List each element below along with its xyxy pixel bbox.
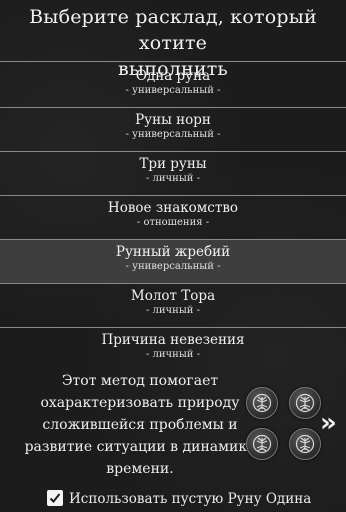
spread-category: - личный - [145, 349, 201, 360]
spread-category: - личный - [145, 305, 201, 316]
spread-category: - универсальный - [125, 261, 221, 272]
description-line: развитие ситуации в динамике [24, 439, 256, 455]
empty-rune-label: Использовать пустую Руну Одина [69, 491, 312, 507]
page-title-line1: Выберите расклад, который хотите [29, 6, 317, 54]
yggdrasil-rune-icon [289, 428, 321, 460]
spread-category: - личный - [145, 173, 201, 184]
spread-name: Руны норн [135, 112, 211, 128]
description-line: Этот метод помогает [61, 373, 219, 389]
spread-item-tri-runy[interactable]: Три руны - личный - [0, 152, 346, 195]
spread-category: - универсальный - [125, 129, 221, 140]
yggdrasil-rune-icon [289, 387, 321, 419]
spread-item-molot-tora[interactable]: Молот Тора - личный - [0, 284, 346, 327]
spread-item-runy-norn[interactable]: Руны норн - универсальный - [0, 108, 346, 151]
yggdrasil-rune-icon [246, 428, 278, 460]
title-divider [0, 61, 346, 62]
spread-category: - отношения - [136, 217, 210, 228]
next-button[interactable]: » [320, 408, 337, 438]
description-line: охарактеризовать природу [40, 395, 240, 411]
spread-name: Одна руна [135, 68, 211, 84]
spread-category: - универсальный - [125, 85, 221, 96]
spread-name: Рунный жребий [115, 244, 231, 260]
double-chevron-right-icon: » [320, 408, 337, 438]
spread-name: Молот Тора [130, 288, 216, 304]
spread-name: Три руны [139, 156, 207, 172]
yggdrasil-rune-icon [246, 387, 278, 419]
spread-description: Этот метод помогает охарактеризовать при… [8, 370, 272, 480]
spread-item-runnyi-zhrebii[interactable]: Рунный жребий - универсальный - [0, 240, 346, 283]
spread-name: Причина невезения [101, 332, 245, 348]
spread-item-odna-runa[interactable]: Одна руна - универсальный - [0, 64, 346, 107]
spread-item-prichina-nevezeniya[interactable]: Причина невезения - личный - [0, 328, 346, 371]
spread-name: Новое знакомство [107, 200, 239, 216]
empty-rune-checkbox[interactable] [47, 490, 63, 506]
description-line: сложившейся проблемы и [42, 417, 238, 433]
description-line: времени. [106, 461, 174, 477]
spread-item-novoe-znakomstvo[interactable]: Новое знакомство - отношения - [0, 196, 346, 239]
